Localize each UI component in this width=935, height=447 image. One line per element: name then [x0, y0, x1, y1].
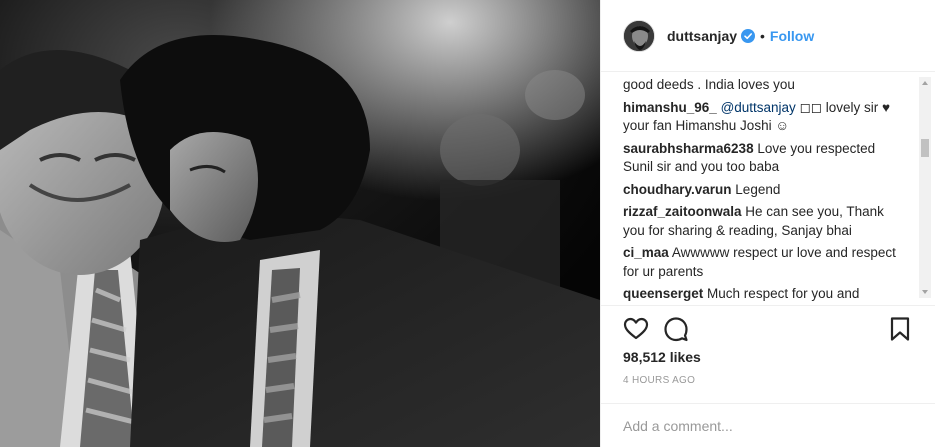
comment-text: Legend — [735, 181, 781, 197]
comment-username[interactable]: queenserget — [623, 286, 703, 301]
bookmark-icon — [890, 317, 910, 341]
add-comment-section — [601, 403, 935, 447]
post-photo[interactable] — [0, 0, 600, 447]
comment-username[interactable]: ci_maa — [623, 245, 669, 260]
comment-icon — [664, 317, 688, 342]
separator-dot: • — [760, 27, 765, 44]
save-button[interactable] — [887, 316, 913, 342]
add-comment-input[interactable] — [623, 414, 913, 438]
scroll-up-arrow-icon[interactable] — [919, 77, 931, 89]
likes-count[interactable]: 98,512 likes — [623, 349, 701, 365]
post-sidebar: duttsanjay • Follow good deeds . India l… — [600, 0, 935, 447]
comment-text: Much respect for you and — [707, 286, 860, 301]
scroll-down-arrow-icon[interactable] — [919, 286, 931, 298]
username[interactable]: duttsanjay — [667, 28, 737, 44]
comments-list[interactable]: good deeds . India loves you himanshu_96… — [601, 73, 935, 304]
comment-item: ci_maa Awwwww respect ur love and respec… — [623, 244, 906, 281]
comment-button[interactable] — [663, 316, 689, 342]
comment-item: saurabhsharma6238 Love you respected Sun… — [623, 140, 906, 177]
post-timestamp[interactable]: 4 HOURS AGO — [623, 375, 695, 386]
follow-button[interactable]: Follow — [770, 28, 814, 44]
comments-scrollbar[interactable] — [919, 77, 931, 298]
comment-username[interactable]: saurabhsharma6238 — [623, 141, 754, 156]
like-button[interactable] — [623, 316, 649, 342]
comment-item: rizzaf_zaitoonwala He can see you, Thank… — [623, 203, 906, 240]
comment-item: good deeds . India loves you — [623, 76, 906, 95]
verified-badge-icon — [741, 28, 756, 43]
scroll-thumb[interactable] — [921, 139, 929, 157]
comment-mention[interactable]: @duttsanjay — [721, 100, 796, 115]
comment-item: himanshu_96_ @duttsanjay ◻◻ lovely sir ♥… — [623, 99, 906, 136]
heart-icon — [623, 317, 649, 340]
avatar[interactable] — [623, 19, 655, 52]
avatar-image — [624, 20, 654, 51]
comment-username[interactable]: rizzaf_zaitoonwala — [623, 204, 742, 219]
photo-image — [0, 0, 600, 447]
post-header: duttsanjay • Follow — [601, 0, 935, 72]
comment-item: queenserget Much respect for you and — [623, 285, 906, 304]
comment-username[interactable]: himanshu_96_ — [623, 100, 717, 115]
comment-item: choudhary.varun Legend — [623, 181, 906, 200]
comment-username[interactable]: choudhary.varun — [623, 182, 732, 197]
comment-text: good deeds . India loves you — [623, 77, 795, 92]
action-bar — [601, 305, 935, 350]
